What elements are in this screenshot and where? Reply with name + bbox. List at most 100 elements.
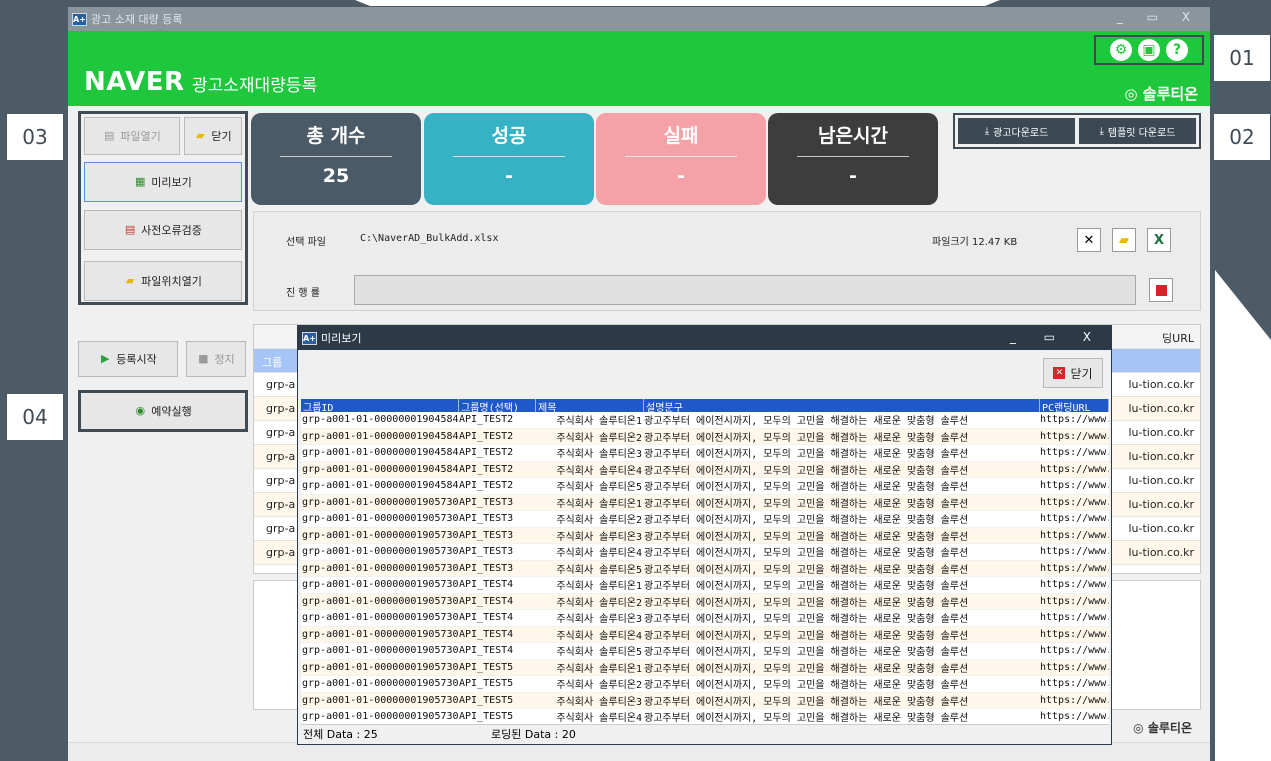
open-file-label: 파일열기 [120, 130, 161, 143]
start-button[interactable]: ▶ 등록시작 [78, 341, 178, 377]
template-download-button[interactable]: ⤓ 템플릿 다운로드 [1079, 118, 1196, 144]
preview-window-controls[interactable]: _ ▭ X [1010, 330, 1103, 344]
table-row[interactable]: grp-a001-01-000000019057305 API_TEST4 주식회사… [301, 643, 1109, 660]
table-cell: 광고주부터 에이전시까지, 모두의 고민을 해결하는 새로운 맞춤형 솔루션 [644, 416, 969, 428]
table-row[interactable]: grp-a001-01-000000019057304 API_TEST3 주식회사… [301, 494, 1109, 511]
col-header[interactable]: 제목 [536, 399, 644, 412]
ad-download-label: 광고다운로드 [993, 127, 1049, 139]
table-cell: grp-a001-01-000000019057306 [302, 694, 459, 706]
ad-download-button[interactable]: ⤓ 광고다운로드 [958, 118, 1075, 144]
row-tail: lu-tion.co.kr [1128, 450, 1194, 463]
table-cell: API_TEST4 [459, 628, 514, 640]
schedule-button[interactable]: ◉ 예약실행 [78, 390, 248, 432]
footer-brand-text: 솔루티온 [1147, 721, 1192, 735]
open-file-button[interactable]: ▤ 파일열기 [84, 117, 180, 155]
table-cell: 광고주부터 에이전시까지, 모두의 고민을 해결하는 새로운 맞춤형 솔루션 [644, 630, 969, 642]
table-cell: https://www. [1040, 678, 1109, 690]
table-cell: grp-a001-01-000000019057304 [302, 546, 459, 558]
table-cell: API_TEST4 [459, 612, 514, 624]
table-row[interactable]: grp-a001-01-000000019057304 API_TEST3 주식회사… [301, 527, 1109, 544]
table-row[interactable]: grp-a001-01-000000019045848 API_TEST2 주식회사… [301, 445, 1109, 462]
top-icon-group: ⚙ ▣ ? [1094, 35, 1204, 65]
stat-fail: 실패 - [596, 113, 766, 205]
download-group: ⤓ 광고다운로드 ⤓ 템플릿 다운로드 [953, 113, 1201, 149]
validate-button[interactable]: ▤ 사전오류검증 [84, 210, 242, 250]
table-row[interactable]: grp-a001-01-000000019057306 API_TEST5 주식회사… [301, 676, 1109, 693]
table-cell: grp-a001-01-000000019045848 [302, 480, 459, 492]
table-cell: 주식회사 솔루티온4 [556, 548, 642, 560]
window-controls[interactable]: _ ▭ X [1117, 10, 1200, 24]
stop-button[interactable]: ■ 정지 [186, 341, 246, 377]
table-cell: grp-a001-01-000000019045848 [302, 414, 459, 426]
row-tail: lu-tion.co.kr [1128, 498, 1194, 511]
table-row[interactable]: grp-a001-01-000000019045848 API_TEST2 주식회사… [301, 461, 1109, 478]
table-cell: API_TEST3 [459, 546, 514, 558]
table-row[interactable]: grp-a001-01-000000019057305 API_TEST4 주식회사… [301, 577, 1109, 594]
table-cell: grp-a001-01-000000019057304 [302, 496, 459, 508]
stat-total-label: 총 개수 [306, 125, 366, 147]
table-cell: https://www. [1040, 546, 1109, 558]
table-cell: 주식회사 솔루티온5 [556, 482, 642, 494]
table-cell: 광고주부터 에이전시까지, 모두의 고민을 해결하는 새로운 맞춤형 솔루션 [644, 581, 969, 593]
app-badge: A+ [72, 12, 87, 26]
table-cell: https://www. [1040, 513, 1109, 525]
col-header[interactable]: PC랜딩URL [1040, 399, 1109, 412]
header-bar: NAVER 광고소재대량등록 ⚙ ▣ ? ◎ 솔루티온 [68, 31, 1210, 106]
row-prefix: grp-a [266, 402, 296, 415]
open-location-label: 파일위치열기 [141, 275, 202, 288]
table-cell: 주식회사 솔루티온2 [556, 680, 642, 692]
table-cell: grp-a001-01-000000019057306 [302, 661, 459, 673]
table-row[interactable]: grp-a001-01-000000019057305 API_TEST4 주식회사… [301, 610, 1109, 627]
table-cell: https://www. [1040, 711, 1109, 723]
row-prefix: grp-a [266, 450, 296, 463]
table-row[interactable]: grp-a001-01-000000019057304 API_TEST3 주식회사… [301, 511, 1109, 528]
table-row[interactable]: grp-a001-01-000000019045848 API_TEST2 주식회사… [301, 428, 1109, 445]
stat-remaining-label: 남은시간 [818, 125, 888, 147]
selected-file-label: 선택 파일 [286, 237, 326, 248]
table-row[interactable]: grp-a001-01-000000019057306 API_TEST5 주식회사… [301, 709, 1109, 724]
table-cell: 광고주부터 에이전시까지, 모두의 고민을 해결하는 새로운 맞춤형 솔루션 [644, 713, 969, 724]
row-tail: lu-tion.co.kr [1128, 426, 1194, 439]
table-cell: API_TEST3 [459, 529, 514, 541]
table-row[interactable]: grp-a001-01-000000019057304 API_TEST3 주식회사… [301, 560, 1109, 577]
col-header[interactable]: 설명문구 [644, 399, 1040, 412]
stat-total: 총 개수 25 [251, 113, 421, 205]
table-cell: API_TEST3 [459, 496, 514, 508]
table-row[interactable]: grp-a001-01-000000019057305 API_TEST4 주식회사… [301, 593, 1109, 610]
id-card-icon[interactable]: ▣ [1138, 39, 1160, 61]
stat-remaining-value: - [849, 165, 857, 187]
open-location-button[interactable]: ▰ 파일위치열기 [84, 261, 242, 301]
preview-button[interactable]: ▦ 미리보기 [84, 162, 242, 202]
table-row[interactable]: grp-a001-01-000000019057306 API_TEST5 주식회사… [301, 692, 1109, 709]
preview-close-button[interactable]: ✕ 닫기 [1043, 358, 1103, 388]
excel-button[interactable]: X [1147, 228, 1171, 252]
table-cell: 주식회사 솔루티온4 [556, 713, 642, 724]
col-header[interactable]: 그룹ID [301, 399, 459, 412]
table-row[interactable]: grp-a001-01-000000019057305 API_TEST4 주식회사… [301, 626, 1109, 643]
table-cell: grp-a001-01-000000019057304 [302, 513, 459, 525]
table-cell: API_TEST2 [459, 414, 514, 426]
close-file-button[interactable]: ▰ 닫기 [184, 117, 242, 155]
stop-progress-button[interactable] [1149, 278, 1173, 302]
table-row[interactable]: grp-a001-01-000000019045848 API_TEST2 주식회사… [301, 412, 1109, 429]
row-tail: lu-tion.co.kr [1128, 522, 1194, 535]
table-cell: 광고주부터 에이전시까지, 모두의 고민을 해결하는 새로운 맞춤형 솔루션 [644, 663, 969, 675]
preview-table: 그룹ID 그룹명(선택) 제목 설명문구 PC랜딩URL grp-a001-01… [301, 399, 1109, 724]
table-row[interactable]: grp-a001-01-000000019045848 API_TEST2 주식회사… [301, 478, 1109, 495]
table-cell: 주식회사 솔루티온3 [556, 696, 642, 708]
progress-bar [354, 275, 1136, 305]
table-cell: API_TEST3 [459, 562, 514, 574]
table-row[interactable]: grp-a001-01-000000019057306 API_TEST5 주식회사… [301, 659, 1109, 676]
table-cell: 주식회사 솔루티온1 [556, 663, 642, 675]
clear-file-button[interactable]: ✕ [1077, 228, 1101, 252]
help-icon[interactable]: ? [1166, 39, 1188, 61]
table-row[interactable]: grp-a001-01-000000019057304 API_TEST3 주식회사… [301, 544, 1109, 561]
table-cell: https://www. [1040, 579, 1109, 591]
gear-icon[interactable]: ⚙ [1110, 39, 1132, 61]
table-cell: 광고주부터 에이전시까지, 모두의 고민을 해결하는 새로운 맞춤형 솔루션 [644, 482, 969, 494]
col-header[interactable]: 그룹명(선택) [459, 399, 536, 412]
table-cell: https://www. [1040, 694, 1109, 706]
preview-table-header: 그룹ID 그룹명(선택) 제목 설명문구 PC랜딩URL [301, 399, 1109, 412]
folder-button[interactable]: ▰ [1112, 228, 1136, 252]
table-cell: API_TEST5 [459, 711, 514, 723]
